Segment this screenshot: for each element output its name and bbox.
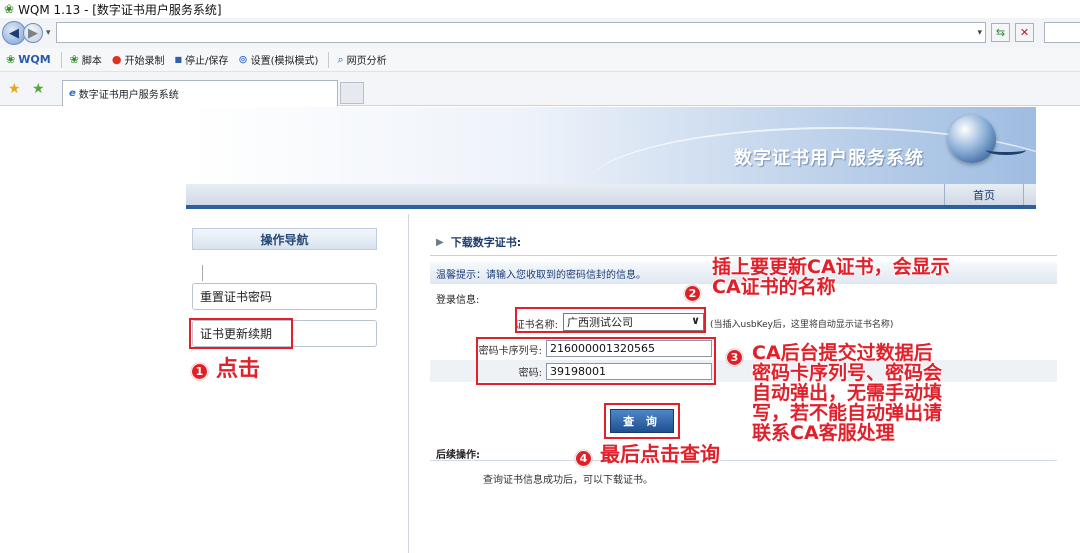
stop-save-button[interactable]: ■ 停止/保存 xyxy=(174,52,228,67)
forward-icon[interactable]: ▶ xyxy=(23,23,43,43)
add-favorite-icon[interactable]: ★ xyxy=(32,81,45,97)
favorites-star-icon[interactable]: ★ xyxy=(8,81,21,97)
annotation-4-text: 最后点击查询 xyxy=(600,442,720,466)
search-input[interactable] xyxy=(1044,22,1080,43)
annotation-1-text: 点击 xyxy=(216,357,261,382)
address-bar-row: ◀ ▶ ▾ ▾ ⇆ ✕ xyxy=(0,18,1080,48)
ie-page-icon: e xyxy=(69,88,76,99)
magnifier-icon: ⌕ xyxy=(337,52,344,66)
section-title: ▶ 下载数字证书: xyxy=(436,236,522,249)
annotation-3-text: CA后台提交过数据后 密码卡序列号、密码会 自动弹出，无需手动填 写，若不能自动… xyxy=(752,342,943,444)
globe-icon xyxy=(948,115,996,163)
wqm-toolbar: ❀ WQM ❀ 脚本 ● 开始录制 ■ 停止/保存 ⊚ 设置(模拟模式) ⌕ 网… xyxy=(0,48,1080,72)
web-page: 数字证书用户服务系统 首页 操作导航 重置证书密码 证书更新续期 1 点击 ▶ … xyxy=(0,107,1080,553)
followup-divider xyxy=(430,460,1057,461)
login-info-label: 登录信息: xyxy=(436,295,480,306)
stop-icon[interactable]: ✕ xyxy=(1015,23,1034,42)
banner-title: 数字证书用户服务系统 xyxy=(734,148,924,169)
followup-label: 后续操作: xyxy=(436,450,480,461)
window-titlebar: ❀ WQM 1.13 - [数字证书用户服务系统] xyxy=(0,0,1080,18)
sidebar-divider xyxy=(202,265,203,281)
wqm-logo-icon: ❀ xyxy=(6,53,16,66)
url-input[interactable]: ▾ xyxy=(56,22,986,43)
highlight-query-button xyxy=(604,403,680,439)
site-navbar: 首页 xyxy=(186,184,1036,209)
globe-swirl xyxy=(986,145,1026,155)
script-icon: ❀ xyxy=(69,53,79,66)
history-dropdown-icon[interactable]: ▾ xyxy=(46,28,51,38)
annotation-3-badge: 3 xyxy=(726,349,743,366)
script-button[interactable]: ❀ 脚本 xyxy=(70,52,102,67)
highlight-serial-password xyxy=(476,337,716,385)
annotation-4-badge: 4 xyxy=(575,450,592,467)
annotation-2-badge: 2 xyxy=(684,285,701,302)
sidebar-item-reset-password[interactable]: 重置证书密码 xyxy=(192,283,377,310)
annotation-1-badge: 1 xyxy=(191,363,208,380)
followup-text: 查询证书信息成功后，可以下载证书。 xyxy=(483,475,653,486)
site-banner: 数字证书用户服务系统 xyxy=(186,107,1036,184)
toolbar-divider xyxy=(328,51,330,68)
page-analysis-button[interactable]: ⌕ 网页分析 xyxy=(337,52,386,68)
refresh-icon[interactable]: ⇆ xyxy=(991,23,1010,42)
sidebar-heading: 操作导航 xyxy=(192,228,377,250)
annotation-2-text: 插上要更新CA证书，会显示 CA证书的名称 xyxy=(712,256,950,298)
stop-save-icon: ■ xyxy=(174,55,183,64)
url-dropdown-icon[interactable]: ▾ xyxy=(977,28,982,38)
section-arrow-icon: ▶ xyxy=(436,236,444,248)
highlight-renew-cert xyxy=(189,318,293,349)
wqm-brand-button[interactable]: ❀ WQM xyxy=(6,53,51,66)
settings-icon: ⊚ xyxy=(238,53,248,66)
favorites-tab-bar: ★ ★ e 数字证书用户服务系统 xyxy=(0,72,1080,106)
tip-text: 温馨提示：请输入您收取到的密码信封的信息。 xyxy=(436,269,646,281)
new-tab-button[interactable] xyxy=(340,82,364,104)
highlight-cert-name xyxy=(515,307,706,333)
wqm-app-icon: ❀ xyxy=(4,2,15,16)
toolbar-divider xyxy=(60,51,62,68)
record-icon: ● xyxy=(111,53,122,66)
settings-button[interactable]: ⊚ 设置(模拟模式) xyxy=(238,52,318,67)
nav-home-link[interactable]: 首页 xyxy=(944,184,1024,205)
tab-digital-cert[interactable]: e 数字证书用户服务系统 xyxy=(62,80,338,106)
cert-name-hint: (当插入usbKey后，这里将自动显示证书名称) xyxy=(710,320,894,330)
window-title: WQM 1.13 - [数字证书用户服务系统] xyxy=(18,2,222,17)
start-record-button[interactable]: ● 开始录制 xyxy=(112,52,165,67)
content-divider xyxy=(408,214,409,553)
